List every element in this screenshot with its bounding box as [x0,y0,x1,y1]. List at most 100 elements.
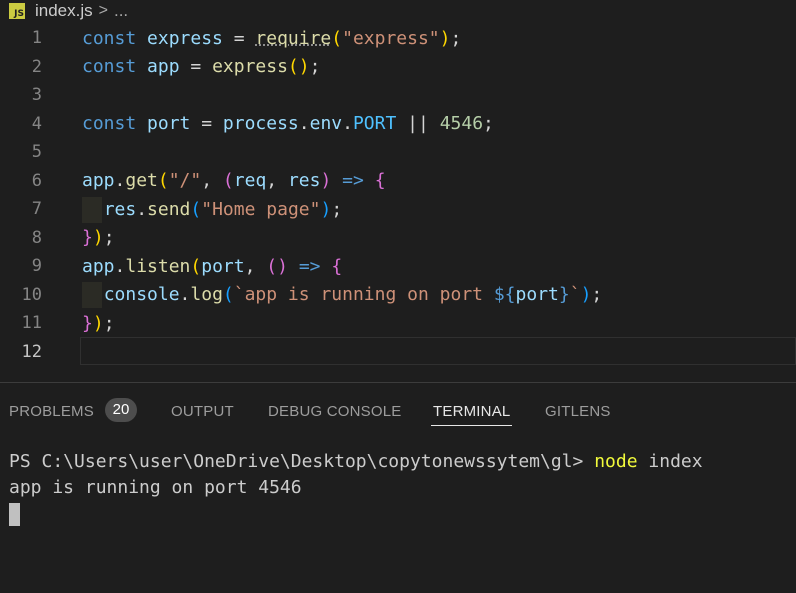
javascript-file-icon: JS [9,3,25,19]
code-line[interactable]: 5 [0,138,796,166]
breadcrumb: JS index.js > ... [0,0,796,22]
code-token: . [114,255,126,277]
code-token: express [147,27,223,49]
terminal-cursor [9,503,20,526]
code-line[interactable]: 8}); [0,224,796,252]
code-token: ( [331,27,343,49]
panel-divider [0,382,796,383]
breadcrumb-filename[interactable]: index.js [35,1,93,21]
code-text: app.listen(port, () => { [82,256,342,277]
code-token: express [212,56,288,77]
code-token: ( [157,170,169,191]
code-token: console [103,284,180,305]
code-token: ; [309,56,321,77]
code-token: ( [222,284,234,305]
code-token: = [179,56,213,77]
problems-count-badge: 20 [105,398,137,422]
code-text: }); [82,227,115,248]
code-token: process [222,113,299,134]
code-token: app [82,170,115,191]
active-tab-indicator [431,425,512,426]
terminal-command-line: PS C:\Users\user\OneDrive\Desktop\copyto… [9,449,703,475]
code-token: const [82,27,137,49]
code-token: } [82,227,93,248]
code-line[interactable]: 9 app.listen(port, () => { [0,252,796,280]
code-token: req [233,170,267,191]
code-line[interactable]: 6 app.get("/", (req, res) => { [0,167,796,195]
code-text: console.log(`app is running on port ${po… [82,284,603,305]
terminal-command: node [594,451,638,472]
code-text: const port = process.env.PORT || 4546; [82,113,494,134]
line-number: 4 [31,113,42,134]
code-token: . [114,170,126,191]
code-token: listen [125,255,191,277]
code-token: const [82,56,137,77]
code-token: } [82,312,93,334]
code-token: = [222,27,256,49]
code-token: ) [320,170,332,191]
code-token: get [125,170,158,191]
code-token: "/" [168,170,202,191]
code-token: res [103,198,137,220]
line-number: 5 [31,142,42,162]
terminal-command-args: index [637,451,703,472]
code-token: ${ [493,284,516,305]
code-token: ( [190,198,202,220]
code-token: app [82,255,115,277]
code-token: ) [439,27,451,49]
tab-problems[interactable]: PROBLEMS [9,403,94,420]
code-token: . [136,198,148,220]
code-text: res.send("Home page"); [82,199,342,220]
code-token: || [396,113,440,134]
tab-gitlens[interactable]: GITLENS [545,403,611,420]
chevron-right-icon: > [98,2,108,19]
line-number: 7 [31,199,42,219]
code-token: = [190,113,223,134]
code-token: . [298,113,310,134]
code-token: ; [591,284,603,305]
code-token: ( [222,170,234,191]
tab-output[interactable]: OUTPUT [171,403,234,420]
line-number: 6 [31,170,42,191]
terminal[interactable]: PS C:\Users\user\OneDrive\Desktop\copyto… [9,449,703,526]
code-token: { [331,255,343,277]
line-number: 12 [21,341,42,362]
code-token: ` [569,284,581,305]
code-line[interactable]: 1 const express = require("express"); [0,24,796,52]
code-token: { [374,170,386,191]
code-token: require [255,27,332,49]
line-number: 11 [21,313,42,333]
code-line[interactable]: 10 console.log(`app is running on port $… [0,281,796,309]
code-line[interactable]: 7 res.send("Home page"); [0,195,796,223]
code-token: => [298,255,321,277]
code-token: "Home page" [201,198,321,220]
code-token: ; [450,27,462,49]
terminal-output-line: app is running on port 4546 [9,477,302,498]
code-line[interactable]: 2 const app = express(); [0,53,796,81]
code-line[interactable]: 12 [0,338,796,366]
code-line[interactable]: 11}); [0,309,796,337]
code-token: ; [483,113,494,134]
tab-debug-console[interactable]: DEBUG CONSOLE [268,403,401,420]
code-token: env [309,113,343,134]
code-token: ; [103,227,115,248]
code-token: app [147,56,180,77]
code-token: port [147,113,191,134]
code-editor[interactable]: 1 const express = require("express"); 2 con… [0,24,796,380]
line-number: 2 [31,56,42,77]
code-token: ) [580,284,592,305]
line-number: 1 [31,28,42,48]
code-line[interactable]: 4 const port = process.env.PORT || 4546; [0,110,796,138]
code-line[interactable]: 3 [0,81,796,109]
breadcrumb-more[interactable]: ... [114,1,128,21]
code-token: port [201,255,245,277]
code-text: const app = express(); [82,56,320,77]
tab-terminal[interactable]: TERMINAL [433,403,510,420]
code-token: ( [190,255,202,277]
